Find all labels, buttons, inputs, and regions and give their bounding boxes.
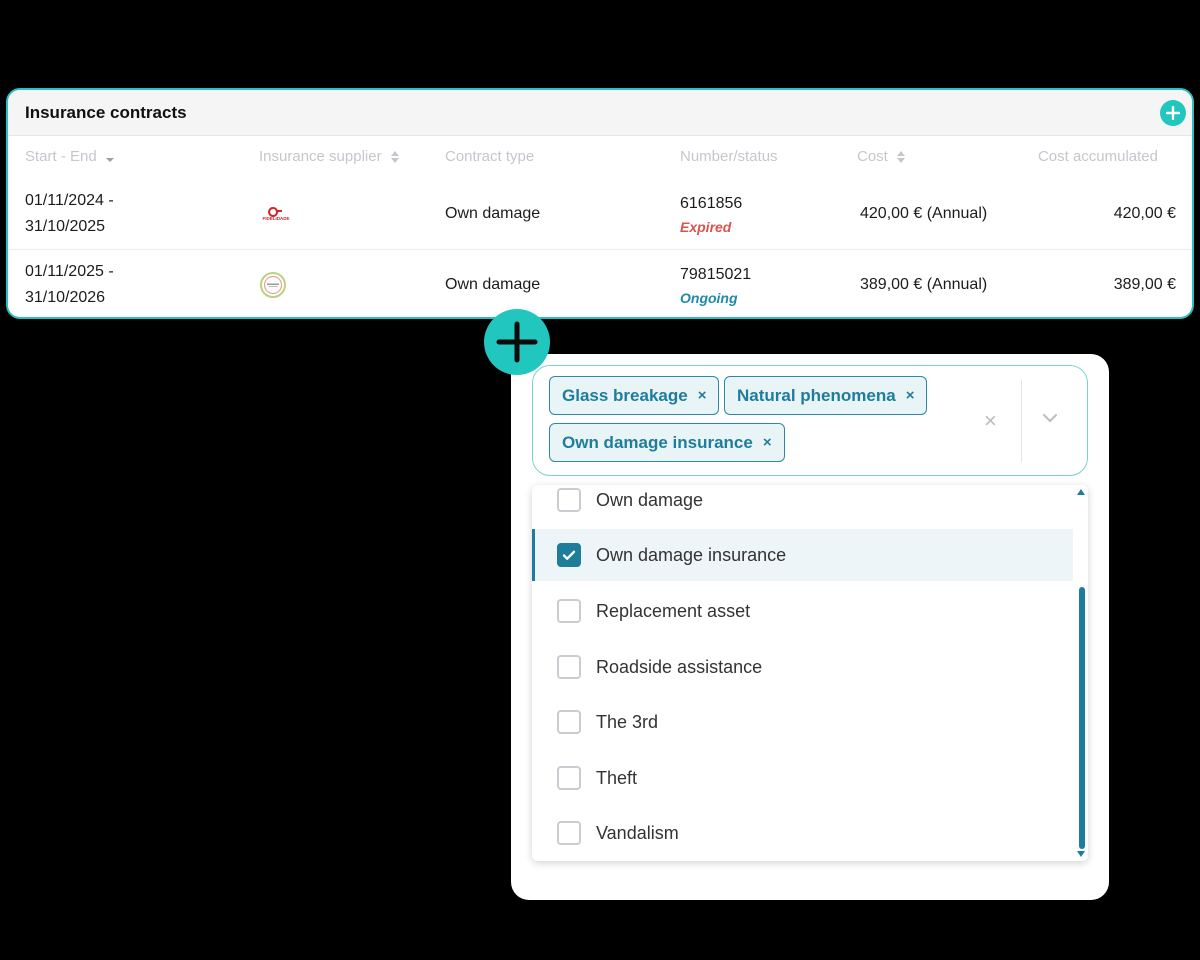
option-theft[interactable]: Theft [532, 752, 1073, 804]
remove-tag-icon[interactable]: × [906, 387, 915, 404]
option-label: The 3rd [596, 711, 659, 732]
supplier-seal-icon [260, 272, 286, 298]
scrollbar[interactable] [1075, 485, 1088, 861]
cost: 420,00 € (Annual) [860, 204, 988, 222]
sort-arrows-icon [896, 150, 905, 163]
column-label: Contract type [445, 148, 535, 165]
column-supplier[interactable]: Insurance supplier [259, 148, 400, 165]
option-label: Own damage insurance [596, 544, 787, 565]
option-vandalism[interactable]: Vandalism [532, 807, 1073, 859]
remove-tag-icon[interactable]: × [763, 434, 772, 451]
date-range: 01/11/2025 - 31/10/2026 [25, 250, 114, 317]
contract-type: Own damage [445, 204, 541, 222]
remove-tag-icon[interactable]: × [698, 387, 707, 404]
divider [1021, 380, 1022, 462]
sort-arrows-icon [390, 150, 399, 163]
scrollbar-thumb[interactable] [1079, 587, 1085, 849]
cost-accumulated: 389,00 € [1113, 276, 1176, 293]
contract-number: 79815021 [680, 266, 752, 283]
number-status: 6161856 Expired [680, 178, 742, 249]
number-status: 79815021 Ongoing [680, 250, 752, 317]
plus-icon [484, 309, 550, 375]
card-title: Insurance contracts [25, 102, 187, 122]
column-cost-accumulated[interactable]: Cost accumulated [1038, 148, 1158, 165]
checkbox[interactable] [557, 821, 581, 845]
start-date: 01/11/2024 - [25, 191, 114, 209]
column-label: Insurance supplier [259, 148, 382, 165]
end-date: 31/10/2026 [25, 289, 106, 306]
sort-desc-icon [105, 157, 114, 162]
column-contract-type[interactable]: Contract type [445, 148, 534, 165]
cost-accumulated: 420,00 € [1113, 204, 1176, 222]
multiselect-panel: Glass breakage × Natural phenomena × Own… [511, 354, 1109, 900]
options-menu: Own damage Own damage insurance Replacem… [532, 485, 1088, 861]
supplier-logo [259, 250, 287, 317]
start-date: 01/11/2025 - [25, 263, 114, 280]
contract-number: 6161856 [680, 194, 743, 212]
option-label: Theft [596, 767, 638, 788]
checkbox[interactable] [557, 488, 581, 512]
checkbox[interactable] [557, 655, 581, 679]
checkbox[interactable] [557, 766, 581, 790]
status-badge: Expired [680, 218, 732, 235]
tag-label: Glass breakage [562, 385, 688, 405]
selected-tag: Glass breakage × [549, 376, 720, 415]
selected-tag: Natural phenomena × [724, 376, 928, 415]
svg-text:FIDELIDADE: FIDELIDADE [263, 216, 290, 221]
tag-label: Own damage insurance [562, 432, 753, 452]
cost: 389,00 € (Annual) [860, 276, 988, 293]
fidelidade-logo-icon: FIDELIDADE [263, 206, 290, 221]
selected-tag: Own damage insurance × [549, 423, 785, 462]
checkbox[interactable] [557, 599, 581, 623]
check-icon [562, 550, 576, 560]
clear-all-icon[interactable]: × [984, 408, 997, 434]
contract-type: Own damage [445, 276, 541, 293]
status-badge: Ongoing [680, 290, 738, 306]
tag-label: Natural phenomena [737, 385, 896, 405]
table-header: Start - End Insurance supplier Contract … [8, 136, 1192, 178]
end-date: 31/10/2025 [25, 217, 106, 235]
option-replacement-asset[interactable]: Replacement asset [532, 585, 1073, 637]
dropdown-toggle[interactable] [1041, 411, 1059, 429]
supplier-logo: FIDELIDADE [259, 178, 293, 249]
column-start-end[interactable]: Start - End [25, 148, 115, 165]
contract-type-multiselect[interactable]: Glass breakage × Natural phenomena × Own… [532, 365, 1088, 476]
table-row[interactable]: 01/11/2024 - 31/10/2025 FIDELIDADE Own d… [8, 178, 1192, 249]
checkbox-checked[interactable] [557, 543, 581, 567]
option-label: Replacement asset [596, 600, 751, 621]
chevron-down-icon [1043, 414, 1057, 423]
plus-glyph-icon [496, 321, 538, 363]
plus-icon [1166, 105, 1180, 120]
option-own-damage[interactable]: Own damage [532, 485, 1073, 526]
column-label: Number/status [680, 148, 778, 165]
insurance-contracts-card: Insurance contracts Start - End Insuranc… [6, 88, 1194, 319]
option-own-damage-insurance[interactable]: Own damage insurance [532, 529, 1073, 581]
scroll-up-icon[interactable] [1077, 489, 1085, 495]
column-label: Cost accumulated [1037, 148, 1158, 165]
option-roadside-assistance[interactable]: Roadside assistance [532, 641, 1073, 693]
column-label: Start - End [25, 148, 97, 165]
option-label: Vandalism [596, 822, 679, 843]
table-row[interactable]: 01/11/2025 - 31/10/2026 Own damage 79815… [8, 249, 1192, 317]
card-header: Insurance contracts [8, 90, 1192, 136]
date-range: 01/11/2024 - 31/10/2025 [25, 178, 114, 249]
scroll-down-icon[interactable] [1077, 851, 1085, 857]
option-the-3rd[interactable]: The 3rd [532, 696, 1073, 748]
column-label: Cost [857, 148, 888, 165]
column-cost[interactable]: Cost [857, 148, 906, 165]
option-label: Roadside assistance [596, 656, 763, 677]
column-number-status[interactable]: Number/status [680, 148, 778, 165]
checkbox[interactable] [557, 710, 581, 734]
option-label: Own damage [596, 489, 704, 510]
add-contract-button[interactable] [1160, 99, 1186, 126]
